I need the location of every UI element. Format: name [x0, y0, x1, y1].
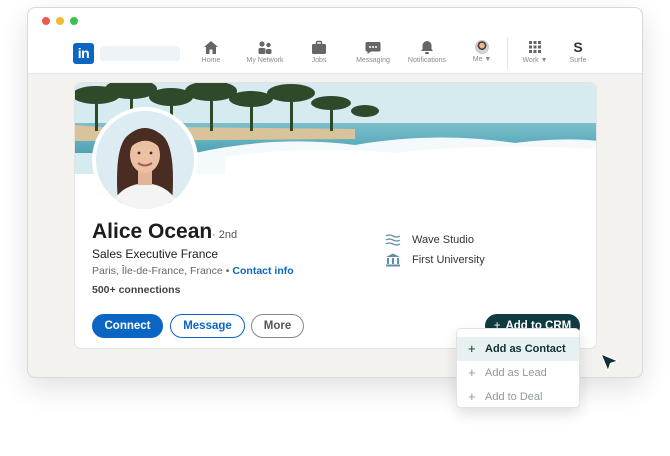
message-button[interactable]: Message	[170, 314, 245, 338]
message-icon	[365, 42, 381, 54]
connect-button[interactable]: Connect	[92, 314, 163, 338]
minimize-window-button[interactable]	[56, 17, 64, 25]
menu-item-label: Add as Contact	[485, 343, 566, 355]
maximize-window-button[interactable]	[70, 17, 78, 25]
plus-icon: +	[468, 341, 476, 356]
location-separator: •	[225, 265, 230, 277]
home-icon	[204, 41, 218, 54]
nav-messaging[interactable]: Messaging	[343, 40, 403, 64]
grid-icon	[529, 41, 541, 53]
profile-location: Paris, Île-de-France, France	[92, 265, 223, 277]
browser-window: in Home My Network Jobs Messaging Notifi…	[27, 7, 643, 378]
nav-notifications[interactable]: Notifications	[397, 40, 457, 64]
menu-item-add-to-deal[interactable]: + Add to Deal	[457, 385, 579, 409]
profile-photo-image	[96, 111, 194, 209]
connections-count[interactable]: 500+ connections	[92, 284, 180, 296]
nav-my-network-label: My Network	[246, 57, 284, 64]
mouse-cursor-icon	[600, 353, 619, 372]
nav-me-label: Me ▼	[472, 56, 492, 63]
menu-item-label: Add as Lead	[485, 367, 547, 379]
linkedin-logo[interactable]: in	[73, 43, 94, 64]
nav-surfe[interactable]: S Surfe	[548, 39, 608, 65]
nav-messaging-label: Messaging	[356, 57, 390, 64]
nav-home[interactable]: Home	[181, 40, 241, 64]
menu-item-add-as-lead[interactable]: + Add as Lead	[457, 361, 579, 385]
menu-item-add-as-contact[interactable]: + Add as Contact	[457, 337, 579, 361]
plus-icon: +	[468, 389, 476, 404]
nav-home-label: Home	[201, 57, 221, 64]
nav-my-network[interactable]: My Network	[235, 40, 295, 64]
profile-headline: Sales Executive France	[92, 247, 219, 261]
linkedin-navbar: in Home My Network Jobs Messaging Notifi…	[28, 34, 642, 74]
surfe-icon: S	[573, 39, 583, 55]
waves-icon	[385, 234, 401, 246]
bell-icon	[421, 41, 433, 54]
network-icon	[258, 41, 272, 54]
close-window-button[interactable]	[42, 17, 50, 25]
plus-icon: +	[468, 365, 476, 380]
window-titlebar	[28, 8, 642, 34]
profile-photo[interactable]	[92, 107, 198, 213]
avatar	[475, 40, 489, 54]
connection-degree: · 2nd	[212, 229, 238, 241]
profile-name: Alice Ocean	[92, 220, 213, 243]
nav-jobs[interactable]: Jobs	[289, 40, 349, 64]
profile-card: Alice Ocean · 2nd Sales Executive France…	[74, 82, 597, 349]
search-input[interactable]	[100, 46, 180, 61]
nav-jobs-label: Jobs	[311, 57, 327, 64]
more-button[interactable]: More	[251, 314, 304, 338]
menu-item-label: Add to Deal	[485, 391, 543, 403]
nav-me[interactable]: Me ▼	[452, 40, 512, 63]
nav-surfe-label: Surfe	[569, 57, 587, 64]
profile-location-row: Paris, Île-de-France, France • Contact inf…	[92, 265, 294, 277]
nav-notifications-label: Notifications	[407, 57, 447, 64]
school-name: First University	[412, 254, 485, 266]
crm-dropdown-menu: + Add as Contact + Add as Lead + Add to …	[456, 328, 580, 408]
contact-info-link[interactable]: Contact info	[232, 265, 293, 277]
briefcase-icon	[312, 40, 326, 54]
university-icon	[386, 253, 400, 267]
company-name: Wave Studio	[412, 234, 474, 246]
